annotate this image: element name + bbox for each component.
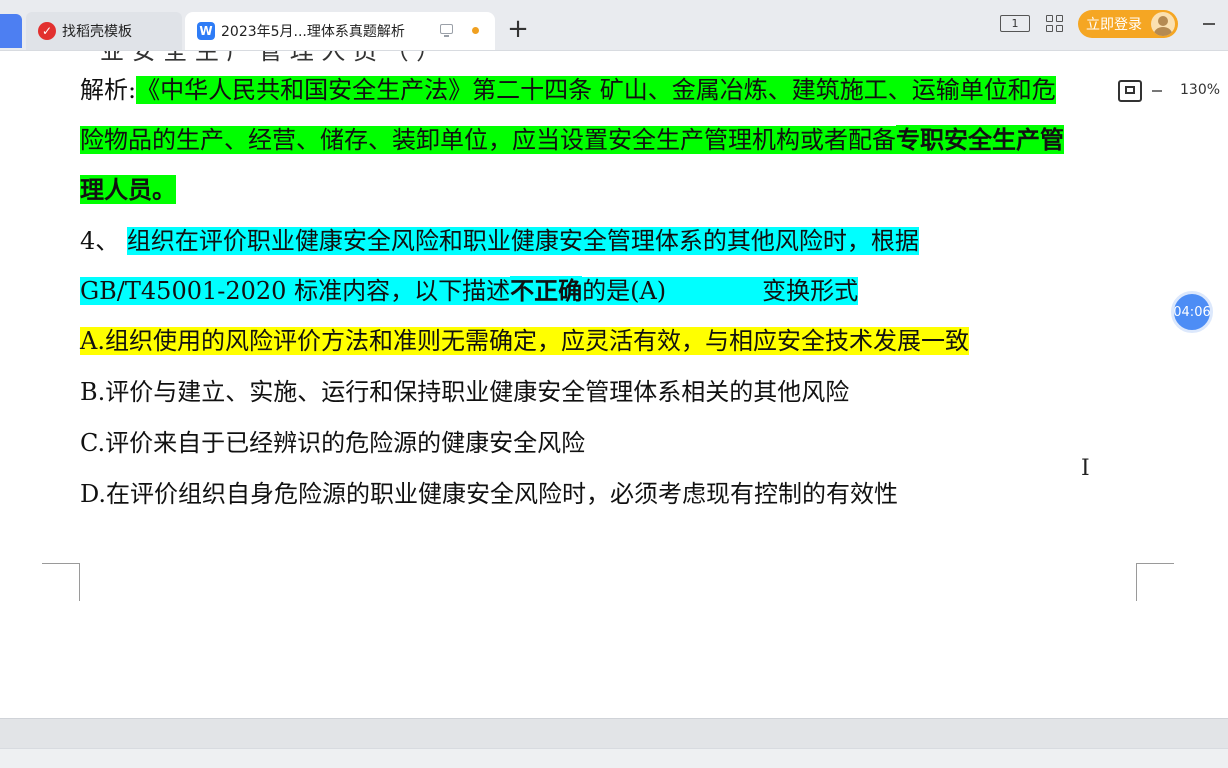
question-text-2b: 的是(A) <box>582 277 667 305</box>
minimize-icon[interactable] <box>1203 23 1215 25</box>
analysis-prefix: 解析: <box>80 76 137 104</box>
analysis-line-1: 解析:《中华人民共和国安全生产法》第二十四条 矿山、金属冶炼、建筑施工、运输单位… <box>80 70 1056 112</box>
text-cursor-icon: I <box>1081 456 1090 481</box>
zoom-panel: 130% <box>1098 73 1228 109</box>
tab-bar: ✓ 找稻壳模板 W 2023年5月...理体系真题解析 + 1 立即登录 <box>0 0 1228 51</box>
question-note: 变换形式 <box>666 277 859 305</box>
question-text-2a: GB/T45001-2020 标准内容，以下描述 <box>80 277 511 305</box>
question-line-2: GB/T45001-2020 标准内容，以下描述不正确的是(A) 变换形式 <box>80 271 859 313</box>
monitor-icon[interactable] <box>440 24 453 37</box>
taskbar-strip <box>0 748 1228 768</box>
tab-document[interactable]: W 2023年5月...理体系真题解析 <box>185 12 495 50</box>
tab-label: 2023年5月...理体系真题解析 <box>221 24 405 40</box>
option-d-text: D.在评价组织自身危险源的职业健康安全风险时，必须考虑现有控制的有效性 <box>80 480 899 508</box>
analysis-text-2-bold: 专职安全生产管 <box>896 125 1064 154</box>
zoom-level[interactable]: 130% <box>1180 82 1220 98</box>
option-c: C.评价来自于已经辨识的危险源的健康安全风险 <box>80 423 585 465</box>
docer-icon: ✓ <box>38 22 56 40</box>
zoom-out-icon[interactable] <box>1152 90 1162 92</box>
reader-mode-icon[interactable]: 1 <box>1000 15 1030 32</box>
question-number: 4、 <box>80 227 120 255</box>
login-label: 立即登录 <box>1086 17 1142 33</box>
option-b: B.评价与建立、实施、运行和保持职业健康安全管理体系相关的其他风险 <box>80 372 849 414</box>
tab-docer[interactable]: ✓ 找稻壳模板 <box>26 12 182 50</box>
page-corner-mark-right <box>1136 563 1174 601</box>
question-text-2-bold: 不正确 <box>510 276 583 305</box>
analysis-line-2: 险物品的生产、经营、储存、装卸单位，应当设置安全生产管理机构或者配备专职安全生产… <box>80 120 1064 162</box>
tab-label: 找稻壳模板 <box>62 24 132 40</box>
analysis-text-2: 险物品的生产、经营、储存、装卸单位，应当设置安全生产管理机构或者配备 <box>80 126 896 154</box>
analysis-line-3: 理人员。 <box>80 170 176 212</box>
new-tab-button[interactable]: + <box>506 16 530 42</box>
home-button[interactable] <box>0 14 22 48</box>
unsaved-dot-icon <box>472 27 479 34</box>
fit-page-icon[interactable] <box>1118 80 1142 102</box>
previous-text-fragment: 业 安 全 生 产 管 理 人 员 （ ） <box>100 51 441 65</box>
option-a: A.组织使用的风险评价方法和准则无需确定，应灵活有效，与相应安全技术发展一致 <box>80 321 969 363</box>
question-text-1: 组织在评价职业健康安全风险和职业健康安全管理体系的其他风险时，根据 <box>126 227 919 255</box>
app-window: ✓ 找稻壳模板 W 2023年5月...理体系真题解析 + 1 立即登录 业 安… <box>0 0 1228 768</box>
question-line-1: 4、 组织在评价职业健康安全风险和职业健康安全管理体系的其他风险时，根据 <box>80 221 919 263</box>
option-d: D.在评价组织自身危险源的职业健康安全风险时，必须考虑现有控制的有效性 <box>80 474 898 516</box>
analysis-text-3-bold: 理人员。 <box>80 175 176 204</box>
login-button[interactable]: 立即登录 <box>1078 10 1178 38</box>
page-corner-mark-left <box>42 563 80 601</box>
document-page[interactable]: 业 安 全 生 产 管 理 人 员 （ ） 解析:《中华人民共和国安全生产法》第… <box>0 51 1228 718</box>
apps-grid-icon[interactable] <box>1046 15 1063 32</box>
wps-writer-icon: W <box>197 22 215 40</box>
option-b-text: B.评价与建立、实施、运行和保持职业健康安全管理体系相关的其他风险 <box>80 378 850 406</box>
analysis-text-1: 《中华人民共和国安全生产法》第二十四条 矿山、金属冶炼、建筑施工、运输单位和危 <box>136 76 1056 104</box>
option-a-text: A.组织使用的风险评价方法和准则无需确定，应灵活有效，与相应安全技术发展一致 <box>80 327 969 355</box>
recording-timer[interactable]: 04:06 <box>1171 291 1213 333</box>
status-bar <box>0 718 1228 749</box>
option-c-text: C.评价来自于已经辨识的危险源的健康安全风险 <box>80 429 586 457</box>
avatar <box>1151 12 1175 36</box>
